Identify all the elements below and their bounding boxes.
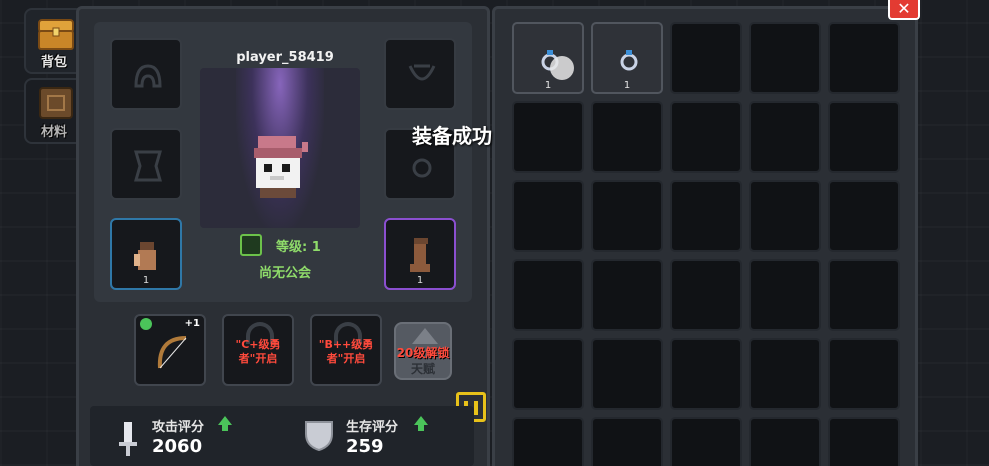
survival-score-label: 生存评分: [346, 420, 399, 435]
game-screen: 背包 材料 1 1 player_58419 等级: 1 尚无公会 +1 "C+…: [0, 0, 989, 466]
talent-unlock-level: 20级解锁: [396, 346, 450, 360]
inventory-slot-empty[interactable]: [828, 338, 900, 410]
talent-button[interactable]: 20级解锁 天赋: [394, 322, 452, 380]
gloves-slot[interactable]: 1: [110, 218, 182, 290]
inventory-slot-empty[interactable]: [670, 22, 742, 94]
sword-icon: [119, 422, 137, 456]
character-portrait: [200, 68, 360, 228]
inventory-slot-empty[interactable]: [828, 180, 900, 252]
close-button[interactable]: ✕: [888, 0, 920, 20]
inventory-slot-empty[interactable]: [512, 338, 584, 410]
hero-sprite: [254, 136, 308, 198]
inventory-slot-empty[interactable]: [749, 22, 821, 94]
survival-score-value: 259: [346, 436, 384, 457]
talent-label: 天赋: [410, 362, 435, 376]
locked-slot-c-message: "C+级勇者"开启: [235, 338, 281, 365]
inventory-slot-empty[interactable]: [749, 180, 821, 252]
boots-slot[interactable]: 1: [384, 218, 456, 290]
touch-indicator: [550, 56, 574, 80]
shield-icon: [305, 421, 333, 452]
tab-backpack-label: 背包: [40, 55, 67, 70]
necklace-icon: [408, 64, 436, 81]
inventory-slot-empty[interactable]: [670, 101, 742, 173]
inventory-slot-empty[interactable]: [591, 338, 663, 410]
item-count: 1: [544, 80, 552, 91]
item-count: 1: [623, 80, 631, 91]
inventory-slot-empty[interactable]: [749, 417, 821, 466]
level-up-icon[interactable]: [240, 234, 262, 256]
attack-up-arrow-icon: [218, 416, 232, 431]
inventory-slot-empty[interactable]: [591, 259, 663, 331]
helmet-icon: [134, 64, 162, 88]
inventory-slot-empty[interactable]: [591, 101, 663, 173]
bow-icon: [157, 336, 187, 369]
survival-up-arrow-icon: [414, 416, 428, 431]
inventory-slot-item[interactable]: 1: [512, 22, 584, 94]
necklace-slot[interactable]: [384, 38, 456, 110]
inventory-slot-empty[interactable]: [670, 417, 742, 466]
upgrade-available-icon: [140, 318, 152, 330]
player-name: player_58419: [236, 50, 334, 65]
inventory-slot-empty[interactable]: [512, 417, 584, 466]
attack-score-value: 2060: [152, 436, 203, 457]
inventory-slot-empty[interactable]: [670, 259, 742, 331]
inventory-slot-empty[interactable]: [828, 259, 900, 331]
helmet-slot[interactable]: [110, 38, 182, 110]
inventory-slot-empty[interactable]: [828, 101, 900, 173]
inventory-grid: 11: [512, 22, 900, 466]
armor-icon: [134, 150, 162, 182]
locked-slot-b-message: "B++级勇者"开启: [318, 338, 374, 365]
tab-materials[interactable]: 材料: [24, 78, 84, 144]
talent-icon: [412, 328, 438, 344]
inventory-slot-empty[interactable]: [512, 259, 584, 331]
treasure-chest-icon: [38, 19, 74, 50]
level-label: 等级: 1: [276, 239, 321, 255]
inventory-slot-item[interactable]: 1: [591, 22, 663, 94]
tab-backpack[interactable]: 背包: [24, 8, 84, 74]
tab-materials-label: 材料: [40, 125, 67, 140]
armor-slot[interactable]: [110, 128, 182, 200]
weapon-slot[interactable]: +1: [134, 314, 206, 386]
inventory-slot-empty[interactable]: [512, 101, 584, 173]
weapon-plus-level: +1: [184, 318, 200, 329]
locked-slot-c[interactable]: "C+级勇者"开启: [222, 314, 294, 386]
attack-score-label: 攻击评分: [152, 420, 205, 435]
inventory-slot-empty[interactable]: [749, 259, 821, 331]
inventory-slot-empty[interactable]: [670, 180, 742, 252]
locked-slot-b[interactable]: "B++级勇者"开启: [310, 314, 382, 386]
inventory-slot-empty[interactable]: [591, 417, 663, 466]
gloves-count: 1: [142, 275, 150, 286]
boots-count: 1: [416, 275, 424, 286]
inventory-slot-empty[interactable]: [828, 417, 900, 466]
score-bar: 攻击评分 2060 生存评分 259: [90, 406, 474, 466]
inventory-slot-empty[interactable]: [749, 101, 821, 173]
ring-icon: [620, 50, 638, 71]
inventory-slot-empty[interactable]: [749, 338, 821, 410]
material-box-icon: [39, 87, 73, 119]
level-row: 等级: 1: [240, 234, 321, 256]
inventory-slot-empty[interactable]: [670, 338, 742, 410]
inventory-slot-empty[interactable]: [591, 180, 663, 252]
guild-status: 尚无公会: [258, 266, 311, 281]
inventory-slot-empty[interactable]: [828, 22, 900, 94]
toast-message: 装备成功: [412, 124, 492, 148]
inventory-slot-empty[interactable]: [512, 180, 584, 252]
